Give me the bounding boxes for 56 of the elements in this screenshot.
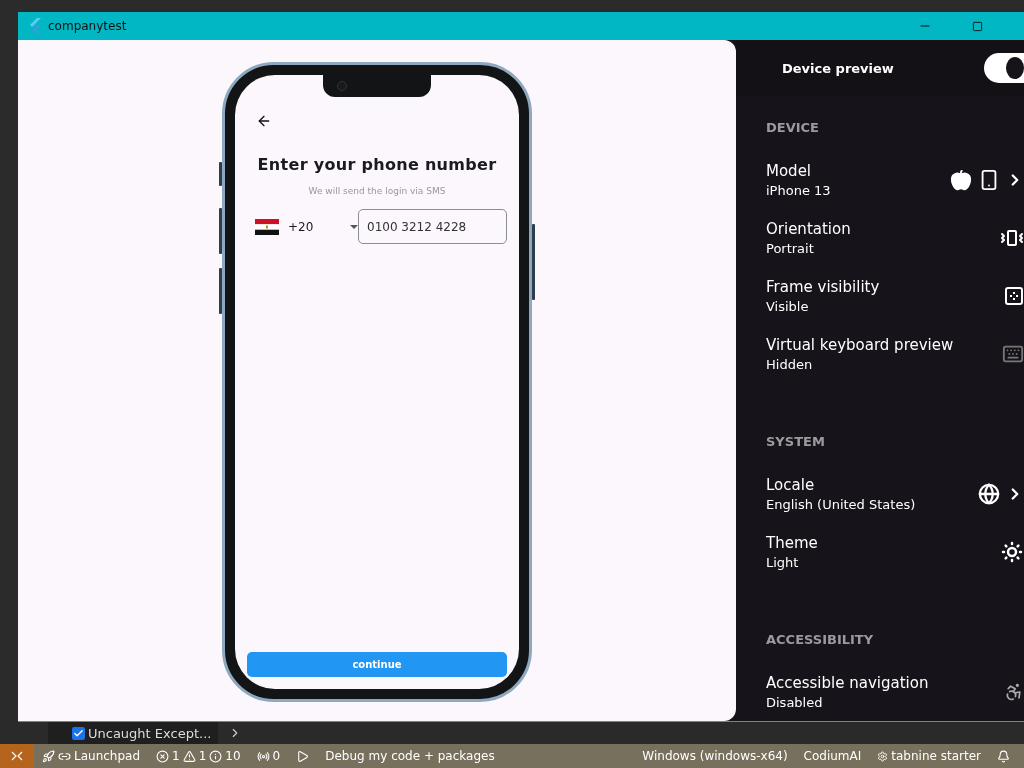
antenna-icon bbox=[256, 749, 270, 763]
screen-subtitle: We will send the login via SMS bbox=[307, 186, 447, 196]
apple-icon bbox=[950, 169, 972, 191]
remote-icon bbox=[11, 751, 23, 761]
setting-value: Light bbox=[766, 555, 800, 570]
window-title: companytest bbox=[48, 19, 128, 33]
setting-title[interactable]: Orientation bbox=[766, 220, 1000, 238]
bell-icon bbox=[997, 749, 1010, 763]
ports-item[interactable]: 0 bbox=[248, 749, 289, 763]
gear-icon bbox=[877, 750, 889, 762]
frame-icon bbox=[1004, 286, 1024, 306]
setting-value: Disabled bbox=[766, 695, 824, 710]
setting-value: Hidden bbox=[766, 357, 814, 372]
info-icon bbox=[209, 749, 223, 763]
back-button[interactable] bbox=[256, 113, 272, 129]
section-header: DEVICE bbox=[766, 120, 820, 135]
country-code-dropdown[interactable]: +20 bbox=[255, 218, 358, 235]
debug-mode-item[interactable]: Debug my code + packages bbox=[317, 749, 503, 763]
setting-title[interactable]: Frame visibility bbox=[766, 278, 1004, 296]
panel-title: Device preview bbox=[782, 60, 895, 76]
problems-item[interactable]: 1 1 10 bbox=[148, 749, 249, 763]
section-header: SYSTEM bbox=[766, 434, 826, 449]
launchpad-item[interactable]: Launchpad bbox=[34, 749, 149, 763]
info-count: 10 bbox=[225, 749, 241, 763]
flag-icon bbox=[255, 218, 279, 235]
rocket-icon bbox=[42, 749, 55, 763]
warning-count: 1 bbox=[198, 749, 207, 763]
sun-icon bbox=[1000, 540, 1024, 564]
accessibility-icon bbox=[1004, 682, 1024, 702]
error-count: 1 bbox=[172, 749, 180, 763]
setting-value: Portrait bbox=[766, 241, 815, 256]
play-icon bbox=[296, 749, 310, 763]
setting-title[interactable]: Virtual keyboard preview bbox=[766, 336, 1002, 354]
setting-title[interactable]: Model bbox=[766, 162, 950, 180]
setting-value: iPhone 13 bbox=[766, 183, 832, 198]
setting-title[interactable]: Accessible navigation bbox=[766, 674, 1004, 692]
maximize-icon bbox=[971, 20, 983, 32]
tabnine-item[interactable]: tabnine starter bbox=[869, 749, 989, 763]
phone-number-field[interactable]: 0100 3212 4228 bbox=[358, 209, 507, 244]
flutter-logo-icon bbox=[28, 18, 42, 34]
keyboard-icon bbox=[1002, 343, 1024, 365]
setting-value: English (United States) bbox=[766, 497, 917, 512]
screen-title: Enter your phone number bbox=[256, 155, 498, 174]
preview-toggle[interactable] bbox=[984, 53, 1024, 83]
dropdown-caret-icon bbox=[350, 224, 358, 229]
checkbox-label: Uncaught Except... bbox=[88, 725, 212, 741]
setting-title[interactable]: Theme bbox=[766, 534, 1000, 552]
setting-value: Visible bbox=[766, 299, 810, 314]
status-item[interactable]: Windows (windows-x64) bbox=[634, 749, 796, 763]
section-header: ACCESSIBILITY bbox=[766, 632, 875, 647]
globe-icon bbox=[978, 483, 1000, 505]
setting-title[interactable]: Locale bbox=[766, 476, 978, 494]
exception-checkbox[interactable] bbox=[72, 726, 85, 740]
warning-icon bbox=[182, 749, 196, 763]
status-item[interactable]: CodiumAI bbox=[795, 749, 870, 763]
error-icon bbox=[156, 749, 170, 763]
